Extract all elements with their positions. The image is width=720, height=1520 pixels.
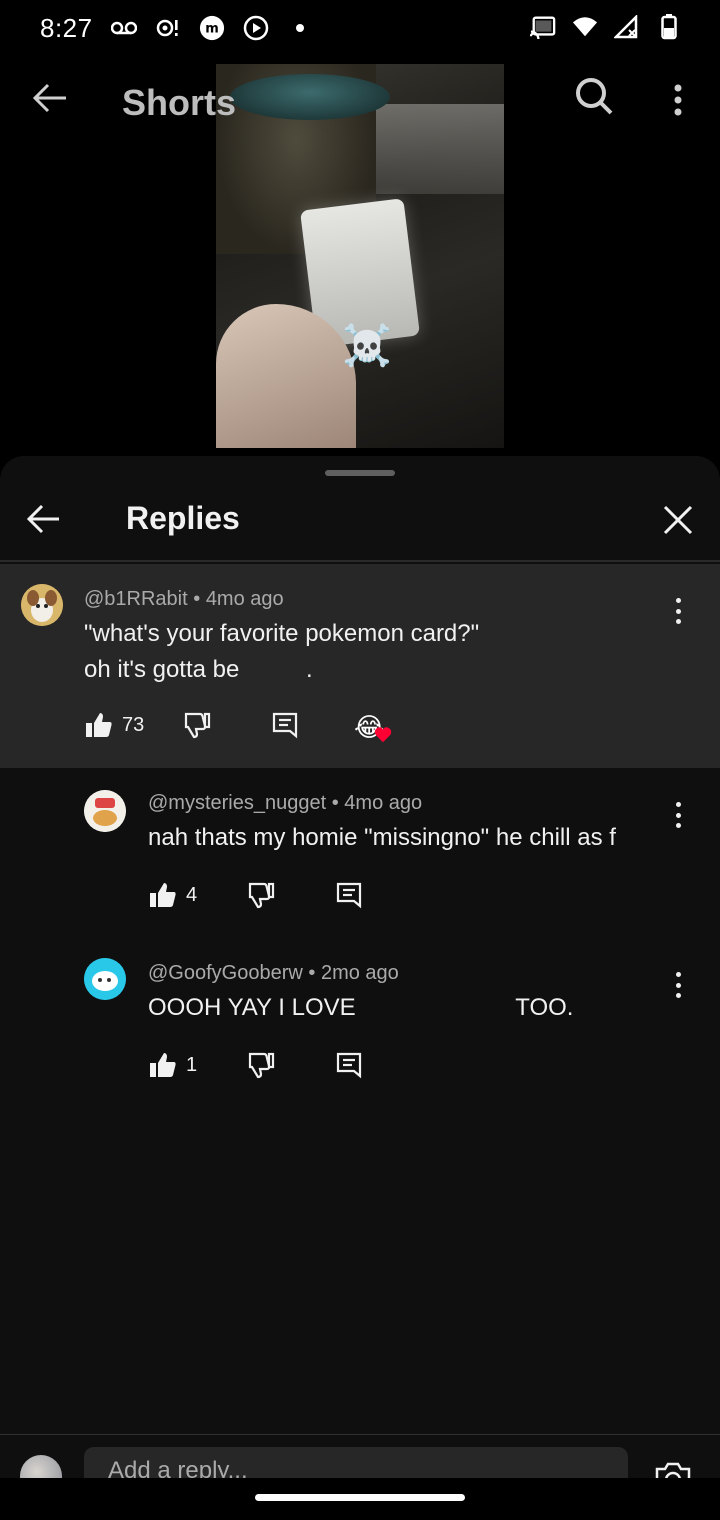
thumbs-down-icon [248,1052,275,1079]
comment-handle[interactable]: @b1RRabit [84,588,188,610]
reply-icon [336,1052,362,1079]
reply-text: nah thats my homie "missingno" he chill … [148,824,616,851]
m-app-icon: m [199,15,225,41]
reply-icon [336,882,362,909]
reply-actions: 1 [148,1050,388,1090]
like-count: 73 [122,713,145,736]
creator-heart: 😂 [354,712,392,748]
reply-handle[interactable]: @mysteries_nugget [148,792,326,814]
like-button[interactable]: 1 [148,1050,197,1080]
thumbs-down-icon [184,712,211,739]
reply-button[interactable] [270,710,300,740]
comment-line-2: oh it's gotta be . [84,656,313,683]
reply-actions: 4 [148,880,388,920]
close-icon[interactable] [660,502,696,538]
avatar[interactable] [84,958,126,1000]
reply-age: 2mo ago [320,962,399,984]
user-avatar [20,1455,62,1478]
replies-sheet: Replies @b1RRabit • 4mo ago "what's your… [0,456,720,1520]
comment-age: 4mo ago [205,588,284,610]
comment-text: "what's your favorite pokemon card?" oh … [84,616,479,688]
notification-icon [155,15,181,41]
back-arrow-icon[interactable] [30,80,70,116]
reply-meta: @GoofyGooberw • 2mo ago [148,962,399,984]
skull-emoji: ☠️ [342,324,392,368]
reply-item: @mysteries_nugget • 4mo ago nah thats my… [0,768,720,938]
dislike-button[interactable] [182,710,212,740]
comment-more-icon[interactable] [668,594,688,628]
like-button[interactable]: 73 [84,710,144,740]
battery-icon [656,14,682,40]
reply-icon [272,712,298,739]
comment-actions: 73 😂 [84,710,404,750]
reply-item: @GoofyGooberw • 2mo ago OOOH YAY I LOVE … [0,938,720,1108]
dot-icon [287,15,313,41]
thumbs-up-icon [150,1053,176,1077]
parent-comment: @b1RRabit • 4mo ago "what's your favorit… [0,564,720,768]
reply-age: 4mo ago [344,792,423,814]
sheet-back-arrow-icon[interactable] [26,502,62,536]
voicemail-icon [110,15,137,41]
reply-button[interactable] [334,1050,364,1080]
home-indicator[interactable] [255,1494,465,1501]
thumbs-down-icon [248,882,275,909]
play-circle-icon [243,15,269,41]
drag-handle[interactable] [325,470,395,476]
comment-meta: @b1RRabit • 4mo ago [84,588,284,610]
reply-more-icon[interactable] [668,798,688,832]
reply-bar: Add a reply... [0,1434,720,1478]
sheet-header: Replies [0,480,720,562]
camera-icon[interactable] [654,1461,692,1478]
wifi-icon [572,14,598,40]
reply-button[interactable] [334,880,364,910]
more-options-icon[interactable] [664,80,692,120]
status-time: 8:27 [40,12,93,43]
dislike-button[interactable] [246,1050,276,1080]
search-icon[interactable] [574,76,614,116]
avatar[interactable] [84,790,126,832]
reply-more-icon[interactable] [668,968,688,1002]
like-button[interactable]: 4 [148,880,197,910]
svg-text:m: m [205,22,219,37]
heart-icon [374,727,392,743]
avatar[interactable] [21,584,63,626]
like-count: 1 [186,1053,198,1076]
cast-icon [530,14,556,40]
thumbs-up-icon [86,713,112,737]
reply-input[interactable]: Add a reply... [84,1447,628,1478]
top-nav: Shorts [0,56,720,140]
reply-handle[interactable]: @GoofyGooberw [148,962,303,984]
like-count: 4 [186,883,198,906]
signal-icon [614,14,640,40]
comment-line-1: "what's your favorite pokemon card?" [84,620,480,647]
page-title: Shorts [122,82,237,123]
sheet-title: Replies [126,500,240,536]
reply-text: OOOH YAY I LOVE TOO. [148,994,574,1021]
status-bar: 8:27 m [0,0,720,56]
dislike-button[interactable] [246,880,276,910]
reply-meta: @mysteries_nugget • 4mo ago [148,792,423,814]
thumbs-up-icon [150,883,176,907]
